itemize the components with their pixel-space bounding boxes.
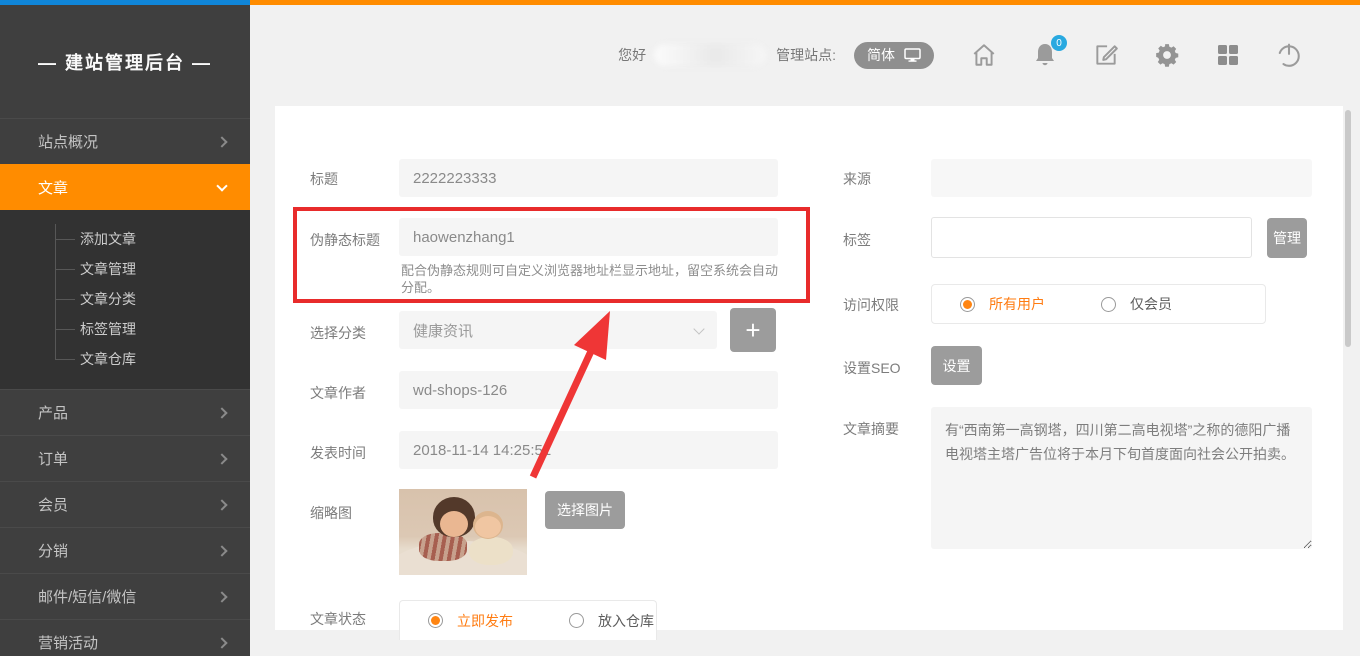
language-switch-button[interactable]: 简体 — [854, 42, 934, 69]
slug-input[interactable] — [399, 218, 778, 256]
sidebar-item-products[interactable]: 产品 — [0, 389, 250, 435]
thumbnail-label: 缩略图 — [310, 503, 352, 523]
access-option-members-only[interactable]: 仅会员 — [1101, 294, 1172, 314]
top-header-row: 您好 管理站点: 简体 0 — [618, 38, 1303, 72]
status-radio-group: 立即发布 放入仓库 — [399, 600, 657, 640]
radio-unselected-icon — [569, 613, 584, 628]
source-input[interactable] — [931, 159, 1312, 197]
sidebar-item-orders[interactable]: 订单 — [0, 435, 250, 481]
top-icon-group: 0 — [970, 41, 1303, 69]
sidebar-item-label: 营销活动 — [38, 632, 98, 653]
radio-label: 放入仓库 — [598, 611, 654, 631]
chevron-down-icon — [693, 323, 704, 334]
submenu-item-article-warehouse[interactable]: 文章仓库 — [0, 344, 250, 374]
status-option-publish[interactable]: 立即发布 — [428, 611, 513, 631]
radio-label: 所有用户 — [989, 294, 1045, 314]
submenu-item-article-category[interactable]: 文章分类 — [0, 284, 250, 314]
status-option-warehouse[interactable]: 放入仓库 — [569, 611, 654, 631]
author-label: 文章作者 — [310, 383, 366, 403]
monitor-icon — [904, 48, 921, 62]
sidebar: — 建站管理后台 — 站点概况 文章 添加文章 文章管理 文章分类 标签管理 文… — [0, 0, 250, 656]
vertical-scrollbar-thumb[interactable] — [1345, 110, 1351, 347]
sidebar-item-label: 站点概况 — [38, 131, 98, 152]
chevron-right-icon — [216, 453, 227, 464]
choose-image-button[interactable]: 选择图片 — [545, 491, 625, 529]
publish-time-label: 发表时间 — [310, 443, 366, 463]
category-label: 选择分类 — [310, 323, 366, 343]
sidebar-item-label: 订单 — [38, 448, 68, 469]
sidebar-item-members[interactable]: 会员 — [0, 481, 250, 527]
manage-tags-button[interactable]: 管理 — [1267, 218, 1307, 258]
chevron-right-icon — [216, 499, 227, 510]
gear-icon[interactable] — [1153, 41, 1181, 69]
access-label: 访问权限 — [843, 295, 899, 315]
access-radio-group: 所有用户 仅会员 — [931, 284, 1266, 324]
source-label: 来源 — [843, 169, 871, 189]
chevron-right-icon — [216, 545, 227, 556]
sidebar-item-label: 产品 — [38, 402, 68, 423]
username-redacted — [654, 44, 766, 66]
seo-label: 设置SEO — [843, 358, 901, 378]
tags-label: 标签 — [843, 230, 871, 250]
slug-label: 伪静态标题 — [310, 230, 380, 250]
status-label: 文章状态 — [310, 609, 366, 629]
grid-apps-icon[interactable] — [1214, 41, 1242, 69]
chevron-right-icon — [216, 637, 227, 648]
chevron-right-icon — [216, 136, 227, 147]
notification-badge: 0 — [1051, 35, 1067, 51]
chevron-right-icon — [216, 407, 227, 418]
brand-title: — 建站管理后台 — — [0, 5, 250, 118]
radio-label: 仅会员 — [1130, 294, 1172, 314]
access-option-all-users[interactable]: 所有用户 — [960, 294, 1045, 314]
thumbnail-image[interactable] — [399, 489, 527, 575]
article-edit-card: 标题 伪静态标题 配合伪静态规则可自定义浏览器地址栏显示地址，留空系统会自动分配… — [275, 106, 1343, 630]
submenu-item-article-manage[interactable]: 文章管理 — [0, 254, 250, 284]
edit-icon[interactable] — [1092, 41, 1120, 69]
title-input[interactable] — [399, 159, 778, 197]
submenu-item-tag-manage[interactable]: 标签管理 — [0, 314, 250, 344]
add-category-button[interactable]: + — [730, 308, 776, 352]
radio-selected-icon — [428, 613, 443, 628]
main-top-accent-bar — [250, 0, 1360, 5]
publish-time-input[interactable] — [399, 431, 778, 469]
category-selected-value: 健康资讯 — [413, 320, 473, 341]
greeting-text: 您好 — [618, 45, 646, 65]
sidebar-item-articles[interactable]: 文章 — [0, 164, 250, 210]
chevron-down-icon — [216, 180, 227, 191]
sidebar-item-label: 文章 — [38, 177, 68, 198]
sidebar-item-label: 分销 — [38, 540, 68, 561]
category-select[interactable]: 健康资讯 — [399, 311, 717, 349]
articles-submenu: 添加文章 文章管理 文章分类 标签管理 文章仓库 — [0, 210, 250, 389]
language-label: 简体 — [867, 45, 895, 65]
summary-label: 文章摘要 — [843, 419, 899, 439]
radio-label: 立即发布 — [457, 611, 513, 631]
sidebar-item-mail-sms-wechat[interactable]: 邮件/短信/微信 — [0, 573, 250, 619]
sidebar-item-site-overview[interactable]: 站点概况 — [0, 118, 250, 164]
radio-selected-icon — [960, 297, 975, 312]
sidebar-item-label: 会员 — [38, 494, 68, 515]
summary-textarea[interactable]: 有“西南第一高钢塔，四川第二高电视塔”之称的德阳广播电视塔主塔广告位将于本月下旬… — [931, 407, 1312, 549]
chevron-right-icon — [216, 591, 227, 602]
tags-input[interactable] — [931, 217, 1252, 258]
sidebar-item-marketing[interactable]: 营销活动 — [0, 619, 250, 656]
power-icon[interactable] — [1275, 41, 1303, 69]
manage-site-label: 管理站点: — [776, 45, 836, 65]
submenu-item-add-article[interactable]: 添加文章 — [0, 224, 250, 254]
sidebar-item-distribution[interactable]: 分销 — [0, 527, 250, 573]
sidebar-item-label: 邮件/短信/微信 — [38, 586, 136, 607]
bell-icon[interactable]: 0 — [1031, 41, 1059, 69]
author-input[interactable] — [399, 371, 778, 409]
radio-unselected-icon — [1101, 297, 1116, 312]
title-label: 标题 — [310, 169, 338, 189]
home-icon[interactable] — [970, 41, 998, 69]
slug-help-text: 配合伪静态规则可自定义浏览器地址栏显示地址，留空系统会自动分配。 — [401, 262, 781, 296]
seo-settings-button[interactable]: 设置 — [931, 346, 982, 385]
